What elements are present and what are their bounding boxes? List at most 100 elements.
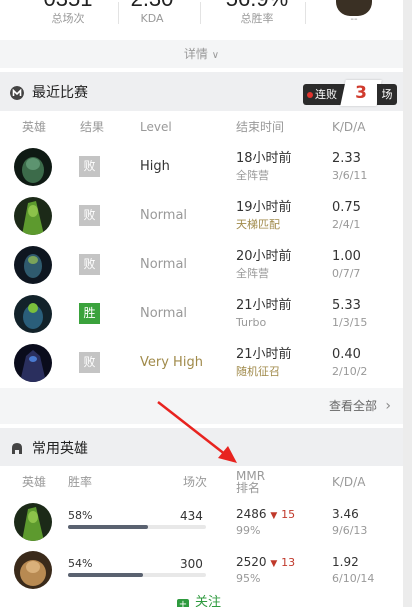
- hero-stat-row[interactable]: 58% 434 2486 ▼ 15 99% 3.46 9/6/13: [0, 497, 403, 545]
- match-level: Very High: [140, 355, 203, 370]
- hero-kda: 1.92: [332, 555, 359, 569]
- view-all-label: 查看全部: [328, 399, 377, 413]
- match-row[interactable]: 胜 Normal 21小时前 Turbo 5.33 1/3/15: [0, 289, 403, 338]
- match-row[interactable]: 败 Very High 21小时前 随机征召 0.40 2/10/2: [0, 338, 403, 387]
- hero-games: 300: [180, 557, 203, 571]
- winrate-bar-fill: [68, 525, 149, 529]
- hero-avatar: [14, 344, 52, 382]
- hero-rank: 95%: [236, 572, 261, 585]
- winrate-bar: [68, 525, 206, 529]
- match-kda: 0.75: [332, 200, 361, 215]
- streak-unit: 场: [377, 84, 397, 105]
- col-hero: 英雄: [22, 120, 47, 134]
- mmr-delta: 15: [281, 508, 296, 521]
- section-title: 常用英雄: [32, 441, 88, 457]
- match-end-time: 21小时前: [236, 347, 292, 362]
- col-level: Level: [140, 120, 172, 134]
- col-hero: 英雄: [22, 475, 47, 489]
- stats-summary: 0351 总场次 2.30 KDA 56.9% 总胜率 --: [0, 0, 403, 40]
- recent-matches-header: 最近比赛 连败 3 场: [0, 72, 403, 114]
- details-toggle[interactable]: 详情 ∨: [0, 40, 403, 68]
- common-heroes-header: 常用英雄: [0, 428, 403, 470]
- recent-matches-icon: [10, 86, 24, 100]
- stat-kda: 2.30 KDA: [102, 0, 202, 26]
- match-end-time: 19小时前: [236, 200, 292, 215]
- hero-kda-detail: 9/6/13: [332, 524, 368, 537]
- match-row[interactable]: 败 Normal 19小时前 天梯匹配 0.75 2/4/1: [0, 191, 403, 240]
- common-heroes-column-header: 英雄 胜率 场次 MMR 排名 K/D/A: [0, 466, 403, 498]
- match-end-time: 18小时前: [236, 151, 292, 166]
- section-title: 最近比赛: [32, 85, 88, 101]
- col-games: 场次: [183, 475, 208, 489]
- streak-text: 连败: [315, 88, 337, 101]
- winrate-bar-fill: [68, 573, 143, 577]
- match-mode: 全阵营: [236, 267, 269, 280]
- stat-label: 总胜率: [240, 12, 274, 25]
- result-badge: 败: [79, 156, 100, 177]
- winrate-bar: [68, 573, 206, 577]
- hero-stat-row[interactable]: 54% 300 2520 ▼ 13 95% 1.92 6/10/14: [0, 545, 403, 593]
- match-row[interactable]: 败 High 18小时前 全阵营 2.33 3/6/11: [0, 142, 403, 191]
- match-row[interactable]: 败 Normal 20小时前 全阵营 1.00 0/7/7: [0, 240, 403, 289]
- divider: [305, 2, 306, 24]
- result-badge: 胜: [79, 303, 100, 324]
- mmr-value: 2486: [236, 507, 267, 521]
- match-mode: Turbo: [236, 316, 267, 329]
- scrollbar[interactable]: [403, 0, 412, 607]
- follow-button[interactable]: + 关注: [0, 592, 403, 607]
- hero-avatar: [14, 246, 52, 284]
- streak-count: 3: [355, 83, 367, 103]
- stat-value: 2.30: [102, 0, 202, 12]
- match-level: High: [140, 159, 170, 174]
- chevron-right-icon: ›: [385, 398, 391, 414]
- chevron-down-icon: ∨: [211, 50, 220, 61]
- result-badge: 败: [79, 205, 100, 226]
- hero-rank: 99%: [236, 524, 261, 537]
- player-profile-page: 0351 总场次 2.30 KDA 56.9% 总胜率 -- 详情 ∨ 最近比赛: [0, 0, 403, 607]
- hero-avatar: [14, 197, 52, 235]
- hero-kda-detail: 6/10/14: [332, 572, 375, 585]
- result-badge: 败: [79, 352, 100, 373]
- match-level: Normal: [140, 257, 188, 272]
- down-arrow-icon: ▼: [270, 559, 278, 569]
- details-label: 详情: [183, 47, 208, 61]
- hero-winrate: 54%: [68, 557, 93, 570]
- down-arrow-icon: ▼: [270, 511, 278, 521]
- streak-dot-icon: [307, 92, 313, 98]
- match-end-time: 20小时前: [236, 249, 292, 264]
- hero-avatar: [14, 295, 52, 333]
- match-kda: 5.33: [332, 298, 361, 313]
- mmr-value: 2520: [236, 555, 267, 569]
- match-level: Normal: [140, 306, 188, 321]
- col-result: 结果: [80, 120, 105, 134]
- stat-winrate: 56.9% 总胜率: [207, 0, 307, 26]
- match-mode: 全阵营: [236, 169, 269, 182]
- hero-winrate: 58%: [68, 509, 93, 522]
- col-rank: 排名: [236, 481, 261, 495]
- hero-avatar: [14, 551, 52, 589]
- match-kda-detail: 1/3/15: [332, 316, 368, 329]
- streak-label: 连败: [303, 84, 345, 105]
- match-mode: 天梯匹配: [236, 218, 280, 231]
- col-kda: K/D/A: [332, 475, 366, 489]
- match-end-time: 21小时前: [236, 298, 292, 313]
- divider: [200, 2, 201, 24]
- match-kda: 0.40: [332, 347, 361, 362]
- result-badge: 败: [79, 254, 100, 275]
- hero-avatar: [14, 148, 52, 186]
- match-kda: 2.33: [332, 151, 361, 166]
- plus-icon: +: [177, 599, 189, 607]
- match-kda-detail: 2/10/2: [332, 365, 368, 378]
- hero-mmr: 2520 ▼ 13: [236, 555, 295, 569]
- hero-mmr: 2486 ▼ 15: [236, 507, 295, 521]
- stat-label: KDA: [140, 12, 164, 25]
- match-kda-detail: 3/6/11: [332, 169, 368, 182]
- top-hero-label: --: [350, 14, 358, 25]
- col-kda: K/D/A: [332, 120, 366, 134]
- match-kda-detail: 0/7/7: [332, 267, 361, 280]
- hero-kda: 3.46: [332, 507, 359, 521]
- match-kda-detail: 2/4/1: [332, 218, 361, 231]
- view-all-matches-button[interactable]: 查看全部 ›: [0, 388, 403, 424]
- streak-badge: 连败 3 场: [303, 80, 397, 106]
- helmet-icon: [12, 443, 22, 454]
